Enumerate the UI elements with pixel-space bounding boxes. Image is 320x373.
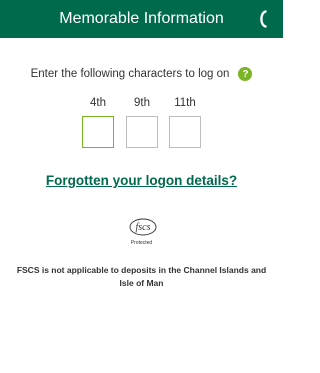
phone-icon[interactable] — [255, 9, 269, 29]
character-label-3: 11th — [174, 97, 196, 109]
page-title: Memorable Information — [59, 10, 224, 27]
character-input-3[interactable] — [169, 116, 201, 148]
instruction-row: Enter the following characters to log on… — [0, 66, 283, 82]
fscs-logo-icon: fscs — [129, 218, 157, 236]
app-header: Memorable Information — [0, 0, 283, 38]
fscs-logo-text: fscs — [136, 222, 151, 233]
instruction-text: Enter the following characters to log on — [30, 68, 230, 80]
fscs-protected-label: Protected — [130, 240, 153, 246]
forgot-logon-details-link[interactable]: Forgotten your logon details? — [0, 173, 283, 188]
character-input-1[interactable] — [82, 116, 114, 148]
character-labels: 4th 9th 11th — [0, 97, 283, 111]
character-input-2[interactable] — [126, 116, 158, 148]
fscs-note: FSCS is not applicable to deposits in th… — [16, 265, 267, 288]
fscs-logo: fscs — [124, 214, 160, 240]
help-icon[interactable]: ? — [238, 67, 253, 81]
phone-handset-icon — [260, 10, 267, 28]
character-label-2: 9th — [134, 97, 150, 109]
character-label-1: 4th — [90, 97, 106, 109]
